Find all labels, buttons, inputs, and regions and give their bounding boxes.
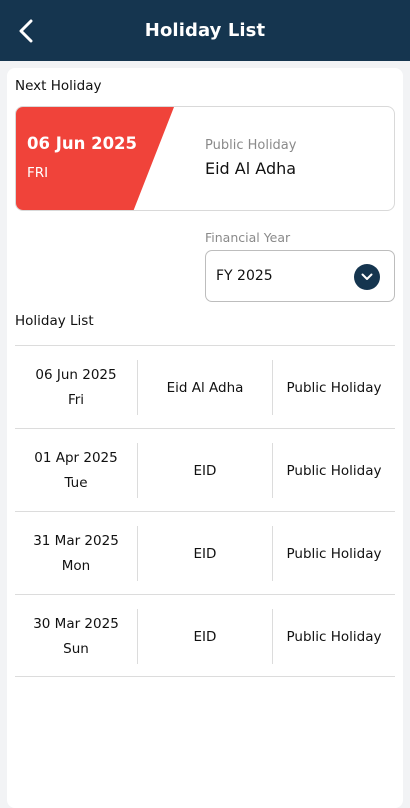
holiday-date-cell: 06 Jun 2025 Fri (15, 360, 137, 415)
holiday-type: Public Holiday (272, 360, 395, 415)
holiday-date: 01 Apr 2025 (34, 449, 118, 466)
page-title: Holiday List (144, 20, 266, 41)
holiday-type: Public Holiday (272, 526, 395, 581)
table-row[interactable]: 31 Mar 2025 Mon EID Public Holiday (15, 511, 395, 594)
holiday-name: EID (137, 609, 272, 664)
next-holiday-heading: Next Holiday (15, 78, 102, 94)
app-bar: Holiday List (0, 0, 410, 61)
next-holiday-date-banner (16, 107, 174, 210)
next-holiday-date: 06 Jun 2025 (27, 134, 138, 153)
holiday-name: EID (137, 443, 272, 498)
table-row[interactable]: 30 Mar 2025 Sun EID Public Holiday (15, 594, 395, 677)
next-holiday-type: Public Holiday (205, 138, 297, 153)
holiday-day: Fri (67, 391, 85, 408)
financial-year-dropdown[interactable]: FY 2025 (205, 250, 395, 302)
holiday-type: Public Holiday (272, 443, 395, 498)
holiday-day: Sun (63, 640, 89, 657)
holiday-date-cell: 30 Mar 2025 Sun (15, 609, 137, 664)
financial-year-value: FY 2025 (216, 268, 273, 284)
chevron-down-icon[interactable] (354, 264, 380, 290)
holiday-day: Mon (61, 557, 91, 574)
next-holiday-card[interactable]: 06 Jun 2025 FRI Public Holiday Eid Al Ad… (15, 106, 395, 211)
table-row[interactable]: 06 Jun 2025 Fri Eid Al Adha Public Holid… (15, 345, 395, 428)
holiday-type: Public Holiday (272, 609, 395, 664)
holiday-name: EID (137, 526, 272, 581)
holiday-day: Tue (64, 474, 88, 491)
financial-year-label: Financial Year (205, 230, 291, 245)
holiday-date: 30 Mar 2025 (33, 615, 119, 632)
content-card: Next Holiday 06 Jun 2025 FRI Public Holi… (7, 68, 403, 808)
holiday-table: 06 Jun 2025 Fri Eid Al Adha Public Holid… (15, 345, 395, 677)
holiday-date-cell: 01 Apr 2025 Tue (15, 443, 137, 498)
chevron-left-icon (19, 19, 33, 43)
next-holiday-name: Eid Al Adha (205, 159, 297, 178)
holiday-date: 06 Jun 2025 (35, 366, 117, 383)
table-row[interactable]: 01 Apr 2025 Tue EID Public Holiday (15, 428, 395, 511)
holiday-date: 31 Mar 2025 (33, 532, 119, 549)
next-holiday-day: FRI (27, 165, 49, 181)
holiday-name: Eid Al Adha (137, 360, 272, 415)
holiday-list-heading: Holiday List (15, 313, 94, 329)
holiday-date-cell: 31 Mar 2025 Mon (15, 526, 137, 581)
back-button[interactable] (12, 15, 40, 47)
